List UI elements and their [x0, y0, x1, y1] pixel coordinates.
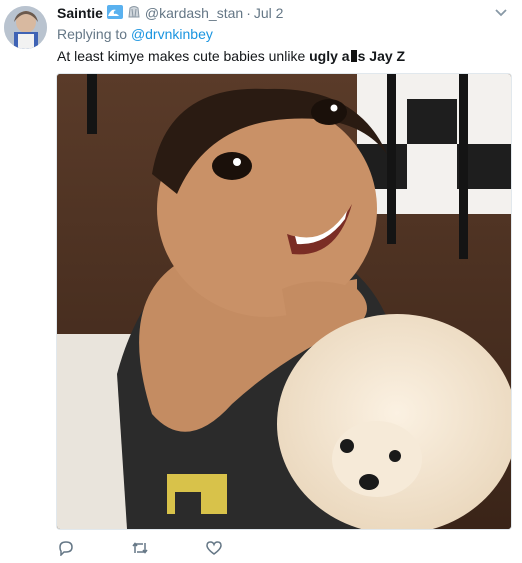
shell-emoji-icon: [127, 5, 141, 22]
avatar[interactable]: [4, 6, 47, 49]
user-handle[interactable]: @kardash_stan: [145, 5, 243, 21]
tweet-photo[interactable]: [56, 73, 512, 530]
wave-emoji-icon: [106, 4, 123, 22]
reply-icon[interactable]: [57, 540, 75, 557]
replying-handle-link[interactable]: @drvnkinbey: [131, 26, 213, 42]
chevron-down-icon[interactable]: [494, 6, 508, 20]
tweet-text-bold: Jay Z: [369, 48, 406, 64]
replying-to: Replying to @drvnkinbey: [57, 26, 213, 42]
tweet-date[interactable]: Jul 2: [254, 5, 284, 21]
tweet-text-bold-s: s: [357, 48, 366, 64]
tweet-text: At least kimye makes cute babies unlike …: [57, 48, 405, 64]
retweet-icon[interactable]: [131, 540, 149, 556]
censor-block: [350, 50, 357, 62]
tweet-header: Saintie @kardash_stan · Jul 2: [57, 4, 283, 22]
separator-dot: ·: [246, 5, 251, 21]
like-icon[interactable]: [205, 540, 223, 556]
replying-prefix: Replying to: [57, 26, 128, 42]
tweet-text-bold: ugly: [309, 48, 338, 64]
tweet-actions: [57, 540, 223, 557]
tweet: Saintie @kardash_stan · Jul 2 Replying t…: [0, 0, 522, 563]
tweet-text-part: At least kimye makes cute babies unlike: [57, 48, 310, 64]
tweet-text-bold-a: a: [341, 48, 350, 64]
display-name[interactable]: Saintie: [57, 5, 103, 21]
